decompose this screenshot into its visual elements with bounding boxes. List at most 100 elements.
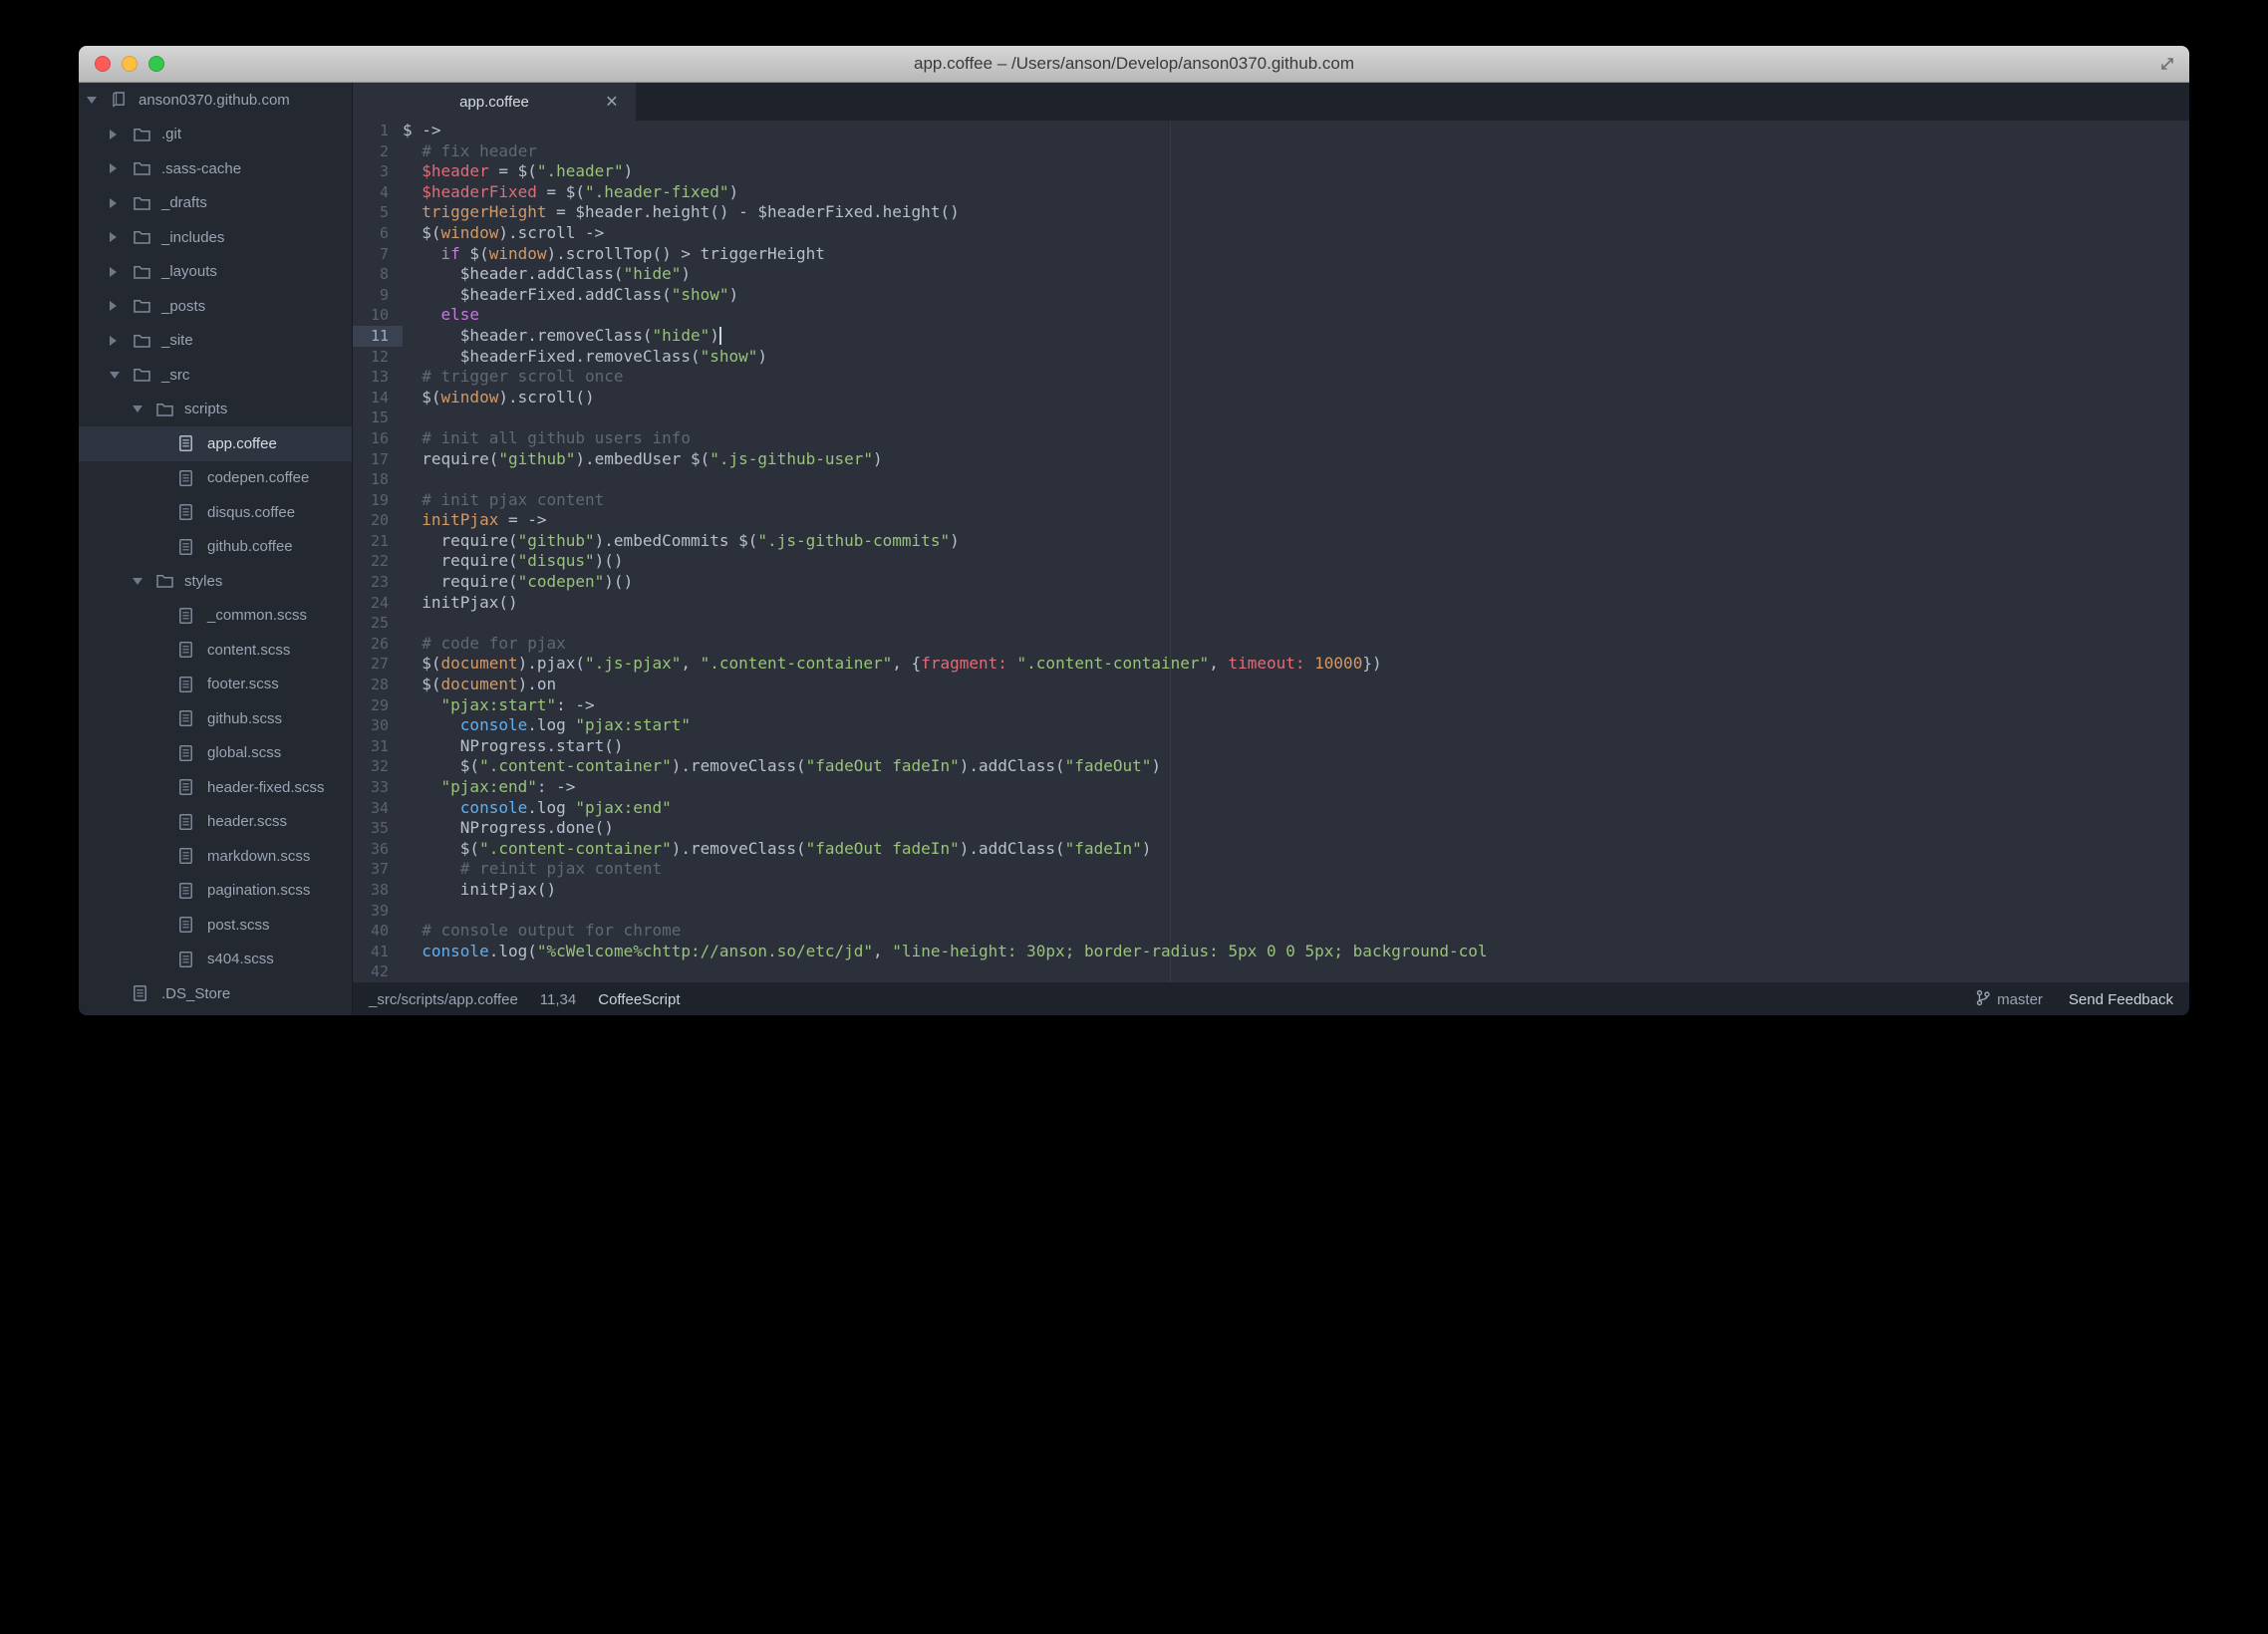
tree-item-header-scss[interactable]: header.scss bbox=[79, 805, 352, 840]
tree-item--site[interactable]: _site bbox=[79, 324, 352, 359]
code-line-30[interactable]: 30 console.log "pjax:start" bbox=[353, 715, 2189, 736]
tree-item-markdown-scss[interactable]: markdown.scss bbox=[79, 839, 352, 874]
code-line-32[interactable]: 32 $(".content-container").removeClass("… bbox=[353, 756, 2189, 777]
code-line-6[interactable]: 6 $(window).scroll -> bbox=[353, 223, 2189, 244]
chevron-down-icon[interactable] bbox=[87, 96, 111, 104]
code-line-18[interactable]: 18 bbox=[353, 469, 2189, 490]
code-text: # code for pjax bbox=[403, 633, 566, 653]
chevron-right-icon[interactable] bbox=[110, 163, 134, 174]
code-line-4[interactable]: 4 $headerFixed = $(".header-fixed") bbox=[353, 182, 2189, 203]
code-line-12[interactable]: 12 $headerFixed.removeClass("show") bbox=[353, 347, 2189, 368]
minimize-window-button[interactable] bbox=[122, 56, 138, 72]
code-line-9[interactable]: 9 $headerFixed.addClass("show") bbox=[353, 285, 2189, 306]
code-line-16[interactable]: 16 # init all github users info bbox=[353, 428, 2189, 449]
tree-item--common-scss[interactable]: _common.scss bbox=[79, 599, 352, 634]
tree-item-scripts[interactable]: scripts bbox=[79, 393, 352, 427]
code-editor[interactable]: 1 $ -> 2 # fix header 3 $header = $(".heade… bbox=[353, 121, 2189, 982]
tree-item-disqus-coffee[interactable]: disqus.coffee bbox=[79, 495, 352, 530]
chevron-right-icon[interactable] bbox=[110, 129, 134, 139]
code-line-33[interactable]: 33 "pjax:end": -> bbox=[353, 777, 2189, 798]
zoom-window-button[interactable] bbox=[148, 56, 164, 72]
code-line-31[interactable]: 31 NProgress.start() bbox=[353, 736, 2189, 757]
line-number: 11 bbox=[353, 325, 403, 347]
send-feedback-link[interactable]: Send Feedback bbox=[2069, 991, 2173, 1008]
code-text: NProgress.start() bbox=[403, 735, 624, 755]
close-window-button[interactable] bbox=[95, 56, 111, 72]
tree-item--drafts[interactable]: _drafts bbox=[79, 186, 352, 221]
code-line-39[interactable]: 39 bbox=[353, 901, 2189, 922]
code-line-5[interactable]: 5 triggerHeight = $header.height() - $he… bbox=[353, 202, 2189, 223]
code-line-29[interactable]: 29 "pjax:start": -> bbox=[353, 695, 2189, 716]
code-line-41[interactable]: 41 console.log("%cWelcome%chttp://anson.… bbox=[353, 942, 2189, 962]
code-line-34[interactable]: 34 console.log "pjax:end" bbox=[353, 798, 2189, 819]
code-line-40[interactable]: 40 # console output for chrome bbox=[353, 921, 2189, 942]
code-line-8[interactable]: 8 $header.addClass("hide") bbox=[353, 264, 2189, 285]
fullscreen-icon[interactable] bbox=[2157, 54, 2177, 79]
tree-item-codepen-coffee[interactable]: codepen.coffee bbox=[79, 461, 352, 496]
tree-item--layouts[interactable]: _layouts bbox=[79, 255, 352, 290]
code-line-3[interactable]: 3 $header = $(".header") bbox=[353, 161, 2189, 182]
chevron-right-icon[interactable] bbox=[110, 266, 134, 277]
chevron-right-icon[interactable] bbox=[110, 232, 134, 243]
tree-item-pagination-scss[interactable]: pagination.scss bbox=[79, 874, 352, 909]
code-line-35[interactable]: 35 NProgress.done() bbox=[353, 818, 2189, 839]
tree-item--includes[interactable]: _includes bbox=[79, 220, 352, 255]
file-icon bbox=[179, 435, 207, 452]
tree-item--git[interactable]: .git bbox=[79, 118, 352, 152]
tree-item-github-scss[interactable]: github.scss bbox=[79, 701, 352, 736]
code-line-28[interactable]: 28 $(document).on bbox=[353, 675, 2189, 695]
tree-item-header-fixed-scss[interactable]: header-fixed.scss bbox=[79, 770, 352, 805]
tab-app-coffee[interactable]: app.coffee × bbox=[353, 83, 636, 121]
code-line-11[interactable]: 11 $header.removeClass("hide") bbox=[353, 325, 2189, 347]
chevron-right-icon[interactable] bbox=[110, 197, 134, 208]
chevron-down-icon[interactable] bbox=[133, 406, 156, 413]
cursor-position[interactable]: 11,34 bbox=[540, 991, 576, 1008]
chevron-down-icon[interactable] bbox=[133, 577, 156, 585]
code-line-10[interactable]: 10 else bbox=[353, 305, 2189, 326]
code-line-7[interactable]: 7 if $(window).scrollTop() > triggerHeig… bbox=[353, 244, 2189, 265]
tree-item-github-coffee[interactable]: github.coffee bbox=[79, 530, 352, 565]
chevron-down-icon[interactable] bbox=[110, 371, 134, 379]
tree-item-app-coffee[interactable]: app.coffee bbox=[79, 426, 352, 461]
code-line-15[interactable]: 15 bbox=[353, 408, 2189, 428]
code-line-22[interactable]: 22 require("disqus")() bbox=[353, 551, 2189, 572]
tree-root[interactable]: anson0370.github.com bbox=[79, 83, 352, 118]
tree-item-label: post.scss bbox=[207, 916, 270, 934]
code-line-38[interactable]: 38 initPjax() bbox=[353, 880, 2189, 901]
code-line-37[interactable]: 37 # reinit pjax content bbox=[353, 859, 2189, 880]
code-line-36[interactable]: 36 $(".content-container").removeClass("… bbox=[353, 839, 2189, 860]
code-line-21[interactable]: 21 require("github").embedCommits $(".js… bbox=[353, 531, 2189, 552]
chevron-right-icon[interactable] bbox=[110, 301, 134, 312]
tree-item--src[interactable]: _src bbox=[79, 358, 352, 393]
file-path[interactable]: _src/scripts/app.coffee bbox=[369, 991, 518, 1008]
code-line-26[interactable]: 26 # code for pjax bbox=[353, 634, 2189, 655]
code-line-42[interactable]: 42 bbox=[353, 961, 2189, 982]
tree-item-styles[interactable]: styles bbox=[79, 564, 352, 599]
code-line-13[interactable]: 13 # trigger scroll once bbox=[353, 367, 2189, 388]
tree-item-global-scss[interactable]: global.scss bbox=[79, 736, 352, 771]
git-branch[interactable]: master bbox=[1976, 989, 2043, 1010]
code-line-20[interactable]: 20 initPjax = -> bbox=[353, 510, 2189, 531]
title-bar[interactable]: app.coffee – /Users/anson/Develop/anson0… bbox=[79, 46, 2189, 83]
code-line-23[interactable]: 23 require("codepen")() bbox=[353, 572, 2189, 593]
tree-item--posts[interactable]: _posts bbox=[79, 289, 352, 324]
grammar-name[interactable]: CoffeeScript bbox=[598, 991, 680, 1008]
code-line-27[interactable]: 27 $(document).pjax(".js-pjax", ".conten… bbox=[353, 654, 2189, 675]
tree-item--sass-cache[interactable]: .sass-cache bbox=[79, 151, 352, 186]
tree-item-label: disqus.coffee bbox=[207, 503, 296, 521]
tree-item-content-scss[interactable]: content.scss bbox=[79, 633, 352, 668]
code-line-24[interactable]: 24 initPjax() bbox=[353, 593, 2189, 614]
code-line-14[interactable]: 14 $(window).scroll() bbox=[353, 388, 2189, 408]
code-line-19[interactable]: 19 # init pjax content bbox=[353, 490, 2189, 511]
tree-item-label: app.coffee bbox=[207, 434, 277, 452]
tree-item-s404-scss[interactable]: s404.scss bbox=[79, 943, 352, 977]
code-line-17[interactable]: 17 require("github").embedUser $(".js-gi… bbox=[353, 449, 2189, 470]
tree-item-footer-scss[interactable]: footer.scss bbox=[79, 668, 352, 702]
tree-item--ds-store[interactable]: .DS_Store bbox=[79, 976, 352, 1011]
code-line-25[interactable]: 25 bbox=[353, 613, 2189, 634]
chevron-right-icon[interactable] bbox=[110, 335, 134, 346]
close-tab-icon[interactable]: × bbox=[606, 92, 618, 113]
tree-item-post-scss[interactable]: post.scss bbox=[79, 908, 352, 943]
code-line-1[interactable]: 1 $ -> bbox=[353, 121, 2189, 141]
code-line-2[interactable]: 2 # fix header bbox=[353, 141, 2189, 162]
